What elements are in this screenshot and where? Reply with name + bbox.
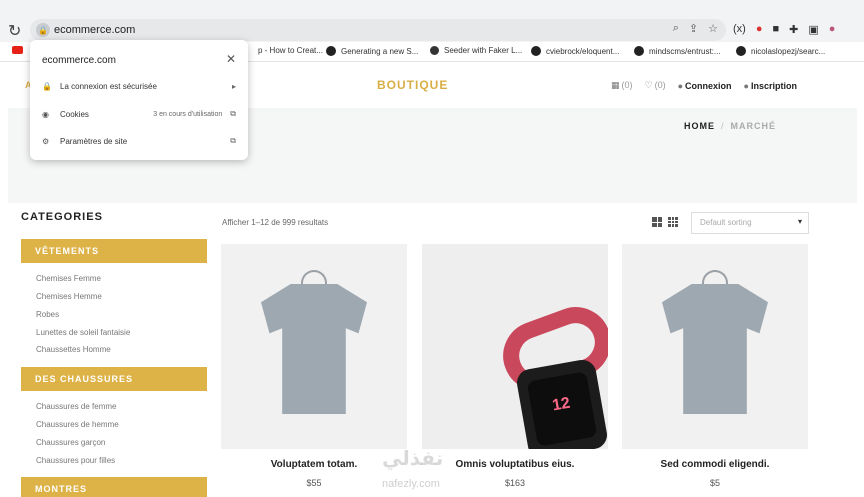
- categories-title: CATEGORIES: [21, 211, 103, 223]
- github-icon: [531, 46, 541, 56]
- site-logo[interactable]: BOUTIQUE: [377, 78, 448, 92]
- category-link[interactable]: Chemises Hemme: [36, 292, 102, 301]
- gear-icon: ⚙: [42, 136, 50, 146]
- watch-graphic: 12: [514, 357, 608, 449]
- sort-value: Default sorting: [700, 218, 752, 227]
- hanger-graphic: [702, 270, 728, 284]
- profile-avatar-icon[interactable]: ●: [829, 23, 836, 36]
- lock-icon: 🔒: [42, 82, 52, 91]
- extension-badge[interactable]: (x): [733, 23, 746, 36]
- hanger-graphic: [301, 270, 327, 284]
- register-link[interactable]: ● Inscription: [744, 81, 797, 91]
- bookmark-item[interactable]: p - How to Creat...: [258, 46, 323, 55]
- tshirt-graphic: [261, 284, 367, 414]
- address-bar[interactable]: 🔒 ecommerce.com ⌕ ⇪ ☆: [30, 19, 726, 41]
- bookmark-youtube[interactable]: [12, 46, 27, 54]
- product-card[interactable]: Voluptatem totam. $55: [221, 244, 407, 488]
- category-link[interactable]: Lunettes de soleil fantaisie: [36, 328, 130, 337]
- extension-camera-icon[interactable]: ■: [772, 23, 779, 36]
- side-panel-icon[interactable]: ▣: [808, 23, 818, 36]
- bookmark-item[interactable]: Seeder with Faker L...: [430, 46, 522, 55]
- sort-select[interactable]: Default sorting ▾: [691, 212, 809, 234]
- github-icon: [634, 46, 644, 56]
- connection-secure-row[interactable]: 🔒 La connexion est sécurisée ▸: [42, 82, 236, 91]
- user-icon: ●: [743, 80, 749, 91]
- browser-toolbar: ↻ 🔒 ecommerce.com ⌕ ⇪ ☆ (x) ● ■ ✚ ▣ ●: [0, 0, 864, 42]
- extension-red-icon[interactable]: ●: [756, 23, 763, 36]
- category-link[interactable]: Chemises Femme: [36, 274, 101, 283]
- product-price: $5: [709, 478, 720, 488]
- product-price: $55: [306, 478, 322, 488]
- product-price: $163: [504, 478, 526, 488]
- breadcrumb: HOME / MARCHÉ: [684, 121, 776, 131]
- tshirt-graphic: [662, 284, 768, 414]
- category-link[interactable]: Chaussures de hemme: [36, 420, 119, 429]
- chevron-down-icon: ▾: [797, 217, 802, 226]
- breadcrumb-separator: /: [720, 121, 725, 131]
- category-group-clothing[interactable]: VÊTEMENTS: [21, 239, 207, 263]
- cookies-count: 3 en cours d'utilisation: [153, 110, 223, 118]
- external-link-icon: ⧉: [230, 109, 236, 118]
- compare-link[interactable]: ▦ (0): [611, 80, 633, 91]
- view-switcher: [652, 217, 678, 227]
- category-link[interactable]: Chaussures de femme: [36, 402, 116, 411]
- product-name[interactable]: Voluptatem totam.: [221, 459, 407, 470]
- site-info-popup: ecommerce.com ✕ 🔒 La connexion est sécur…: [30, 40, 248, 160]
- heart-icon: ♡: [644, 80, 653, 90]
- wishlist-link[interactable]: ♡ (0): [645, 80, 666, 91]
- bookmark-item[interactable]: nicolaslopezj/searc...: [736, 46, 825, 56]
- product-image[interactable]: [221, 244, 407, 449]
- cookies-row[interactable]: ◉ Cookies 3 en cours d'utilisation ⧉: [42, 109, 236, 119]
- category-link[interactable]: Robes: [36, 310, 59, 319]
- share-icon[interactable]: ⇪: [689, 22, 698, 35]
- github-icon: [326, 46, 336, 56]
- category-link[interactable]: Chaussettes Homme: [36, 345, 111, 354]
- site-info-icon[interactable]: 🔒: [36, 23, 50, 37]
- product-card[interactable]: Sed commodi eligendi. $5: [622, 244, 808, 488]
- product-name[interactable]: Sed commodi eligendi.: [622, 459, 808, 470]
- breadcrumb-home[interactable]: HOME: [684, 121, 715, 131]
- bookmark-star-icon[interactable]: ☆: [708, 22, 718, 35]
- external-link-icon: ⧉: [230, 136, 236, 145]
- user-icon: ●: [677, 80, 684, 91]
- bookmark-item[interactable]: Generating a new S...: [326, 46, 418, 56]
- chevron-right-icon: ▸: [231, 82, 236, 91]
- grid-2-icon[interactable]: [652, 217, 662, 227]
- close-icon[interactable]: ✕: [226, 52, 236, 66]
- watermark-text: nafezly.com: [382, 478, 440, 490]
- product-name[interactable]: Omnis voluptatibus eius.: [422, 459, 608, 470]
- extensions-puzzle-icon[interactable]: ✚: [789, 23, 798, 36]
- github-icon: [736, 46, 746, 56]
- youtube-icon: [12, 46, 23, 54]
- product-image[interactable]: [622, 244, 808, 449]
- bookmark-item[interactable]: cviebrock/eloquent...: [531, 46, 619, 56]
- bookmark-item[interactable]: mindscms/entrust:...: [634, 46, 721, 56]
- category-link[interactable]: Chaussures garçon: [36, 438, 105, 447]
- grid-3-icon[interactable]: [668, 217, 678, 227]
- category-group-shoes[interactable]: DES CHAUSSURES: [21, 367, 207, 391]
- category-group-watches[interactable]: MONTRES: [21, 477, 207, 497]
- category-link[interactable]: Chaussures pour filles: [36, 456, 115, 465]
- site-settings-row[interactable]: ⚙ Paramètres de site ⧉: [42, 136, 236, 146]
- watermark-logo: نفذلي: [382, 448, 444, 470]
- result-count: Afficher 1–12 de 999 resultats: [222, 218, 329, 227]
- breadcrumb-current: MARCHÉ: [730, 121, 776, 131]
- popup-title: ecommerce.com: [42, 55, 116, 66]
- product-image[interactable]: 12: [422, 244, 608, 449]
- url-text[interactable]: ecommerce.com: [54, 24, 135, 36]
- compare-icon: ▦: [611, 80, 620, 90]
- laravel-icon: [430, 46, 439, 55]
- login-link[interactable]: ● Connexion: [678, 81, 732, 91]
- zoom-icon[interactable]: ⌕: [673, 22, 679, 35]
- reload-icon[interactable]: ↻: [8, 21, 21, 41]
- product-card[interactable]: 12 Omnis voluptatibus eius. $163: [422, 244, 608, 488]
- cookie-icon: ◉: [42, 109, 49, 119]
